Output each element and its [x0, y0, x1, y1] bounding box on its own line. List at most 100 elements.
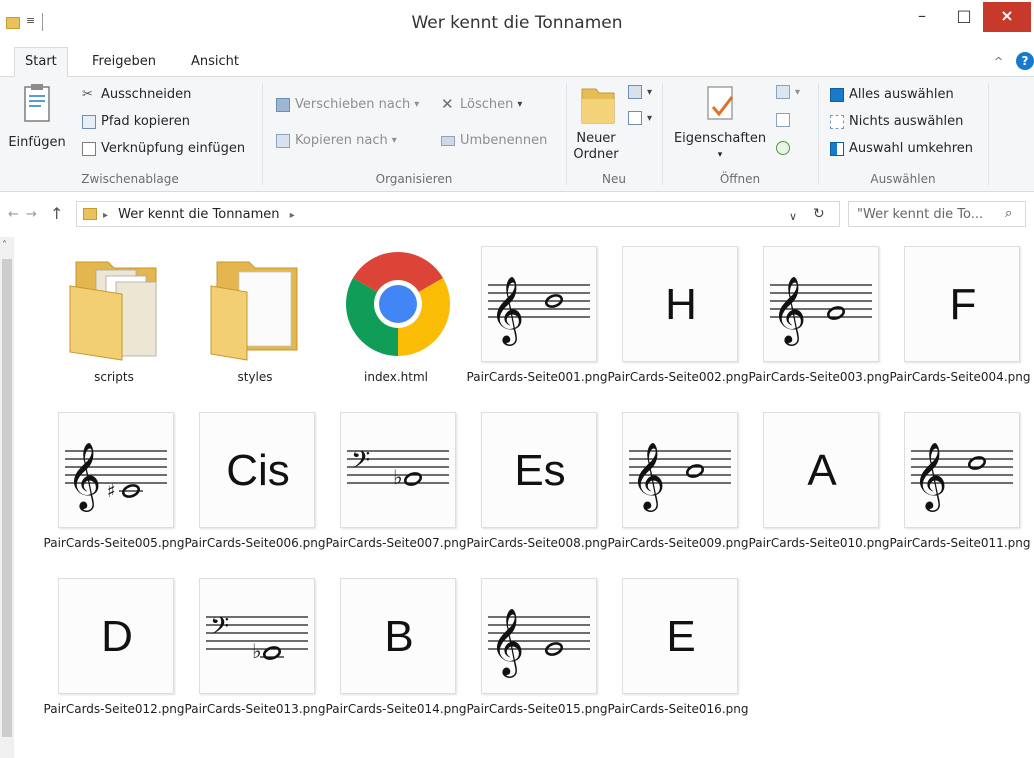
edit-button[interactable]: [776, 113, 795, 127]
whole-note: [967, 456, 987, 470]
rename-label: Umbenennen: [460, 133, 548, 148]
new-folder-label-1: Neuer: [576, 131, 616, 146]
note-name-letter: Cis: [226, 446, 290, 495]
address-dropdown-button[interactable]: ∨: [789, 210, 797, 223]
new-folder-button[interactable]: Neuer Ordner: [572, 83, 624, 167]
vertical-scrollbar[interactable]: ˄: [0, 237, 14, 758]
clipboard-icon: [24, 84, 50, 122]
treble-clef-icon: 𝄞: [490, 275, 524, 346]
edit-icon: [776, 113, 790, 127]
file-item[interactable]: Cis PairCards-Seite006.png: [173, 406, 325, 570]
file-item[interactable]: Es PairCards-Seite008.png: [455, 406, 607, 570]
file-item[interactable]: B PairCards-Seite014.png: [314, 572, 466, 736]
paste-button[interactable]: Einfügen: [6, 83, 68, 163]
file-item[interactable]: H PairCards-Seite002.png: [596, 240, 748, 404]
menu-caret-icon: ▾: [391, 135, 397, 146]
group-label-auswaehlen: Auswählen: [870, 172, 936, 186]
file-item[interactable]: F PairCards-Seite004.png: [878, 240, 1030, 404]
paste-shortcut-button[interactable]: Verknüpfung einfügen: [82, 141, 245, 156]
forward-button[interactable]: →: [26, 207, 37, 222]
select-all-icon: [830, 87, 844, 102]
folder-item[interactable]: styles: [173, 240, 313, 404]
select-all-button[interactable]: Alles auswählen: [830, 87, 954, 102]
tab-start[interactable]: Start: [14, 47, 68, 78]
file-item[interactable]: index.html: [314, 240, 454, 404]
file-item[interactable]: 𝄞 PairCards-Seite003.png: [737, 240, 889, 404]
treble-clef-icon: 𝄞: [67, 441, 101, 512]
minimize-button[interactable]: –: [903, 2, 941, 32]
copy-to-button[interactable]: Kopieren nach ▾: [276, 133, 397, 148]
easy-access-button[interactable]: ▾: [628, 111, 652, 125]
breadcrumb-item[interactable]: Wer kennt die Tonnamen: [118, 207, 279, 222]
properties-icon: [707, 86, 734, 120]
back-button[interactable]: ←: [8, 207, 19, 222]
flat-icon: ♭: [393, 465, 402, 489]
tab-ansicht[interactable]: Ansicht: [191, 54, 239, 69]
file-item[interactable]: 𝄞 PairCards-Seite001.png: [455, 240, 607, 404]
file-list: scripts styles index.html 𝄞 PairCards-Seite0…: [14, 240, 1034, 758]
select-none-button[interactable]: Nichts auswählen: [830, 114, 963, 129]
staff-card-thumbnail: 𝄞: [481, 578, 597, 694]
maximize-button[interactable]: □: [945, 2, 983, 32]
group-label-oeffnen: Öffnen: [719, 172, 761, 186]
history-icon: [776, 141, 790, 155]
flat-icon: ♭: [252, 639, 261, 663]
letter-card-thumbnail: E: [622, 578, 738, 694]
close-button[interactable]: ×: [983, 2, 1031, 32]
search-icon[interactable]: ⌕: [1005, 206, 1012, 221]
search-input[interactable]: "Wer kennt die To... ⌕: [848, 201, 1026, 227]
file-name: PairCards-Seite007.png: [325, 536, 467, 550]
help-button[interactable]: ?: [1016, 52, 1034, 70]
file-name: PairCards-Seite014.png: [325, 702, 467, 716]
staff-image: 𝄞: [770, 275, 872, 346]
move-to-button[interactable]: Verschieben nach ▾: [276, 97, 419, 112]
invert-selection-button[interactable]: Auswahl umkehren: [830, 141, 973, 156]
ribbon-collapse-button[interactable]: ^: [994, 55, 1003, 68]
file-item[interactable]: 𝄞 PairCards-Seite009.png: [596, 406, 748, 570]
group-label-neu: Neu: [602, 172, 626, 186]
address-row: ← → ↑ ▸ Wer kennt die Tonnamen ▸ ∨ ↻ "We…: [0, 193, 1034, 237]
note-name-letter: H: [665, 280, 697, 329]
group-divider: [262, 83, 263, 185]
group-label-zwischenablage: Zwischenablage: [81, 172, 179, 186]
scroll-up-arrow[interactable]: ˄: [2, 240, 7, 251]
copy-path-button[interactable]: Pfad kopieren: [82, 114, 190, 129]
file-item[interactable]: A PairCards-Seite010.png: [737, 406, 889, 570]
refresh-button[interactable]: ↻: [813, 206, 825, 222]
scroll-thumb[interactable]: [2, 259, 12, 737]
window-title: Wer kennt die Tonnamen: [411, 13, 623, 33]
breadcrumb[interactable]: ▸ Wer kennt die Tonnamen ▸: [103, 207, 295, 222]
file-item[interactable]: D PairCards-Seite012.png: [32, 572, 184, 736]
note-name-letter: B: [384, 612, 414, 661]
letter-card-thumbnail: F: [904, 246, 1020, 362]
file-item[interactable]: 𝄞 ♯ PairCards-Seite005.png: [32, 406, 184, 570]
delete-button[interactable]: ✕ Löschen ▾: [441, 96, 523, 112]
file-item[interactable]: 𝄞 PairCards-Seite011.png: [878, 406, 1030, 570]
file-name: PairCards-Seite006.png: [184, 536, 326, 550]
file-item[interactable]: 𝄢 ♭ PairCards-Seite013.png: [173, 572, 325, 736]
chrome-logo: [346, 252, 450, 356]
rename-button[interactable]: Umbenennen: [441, 133, 547, 148]
address-bar[interactable]: ▸ Wer kennt die Tonnamen ▸ ∨ ↻: [76, 201, 840, 227]
up-button[interactable]: ↑: [50, 204, 63, 223]
file-item[interactable]: 𝄞 PairCards-Seite015.png: [455, 572, 607, 736]
copy-path-icon: [82, 114, 96, 129]
cut-button[interactable]: ✂ Ausschneiden: [82, 87, 191, 102]
file-item[interactable]: E PairCards-Seite016.png: [596, 572, 748, 736]
letter-card-thumbnail: Es: [481, 412, 597, 528]
treble-clef-icon: 𝄞: [631, 441, 665, 512]
shortcut-icon: [82, 141, 96, 156]
history-button[interactable]: [776, 141, 795, 155]
menu-caret-icon: ▾: [517, 99, 523, 110]
properties-button[interactable]: Eigenschaften ▾: [672, 83, 768, 167]
new-item-button[interactable]: ▾: [628, 85, 652, 99]
move-to-icon: [276, 97, 290, 112]
open-button[interactable]: ▾: [776, 85, 800, 99]
bass-clef-icon: 𝄢: [351, 446, 370, 481]
tab-freigeben[interactable]: Freigeben: [92, 54, 156, 69]
scissors-icon: ✂: [82, 86, 93, 102]
file-item[interactable]: 𝄢 ♭ PairCards-Seite007.png: [314, 406, 466, 570]
folder-item[interactable]: scripts: [32, 240, 172, 404]
whole-note: [262, 646, 282, 660]
note-name-letter: D: [101, 612, 133, 661]
